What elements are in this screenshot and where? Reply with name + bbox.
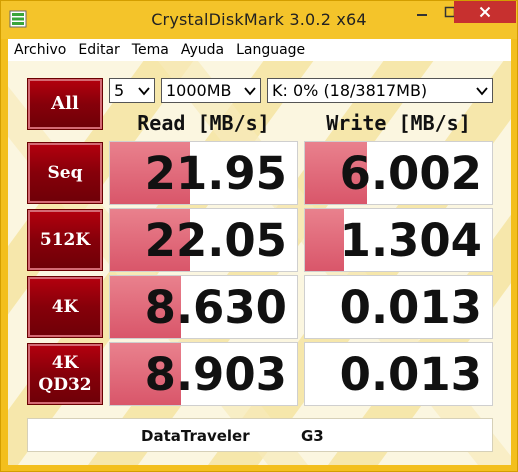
512k-write-bar (305, 209, 345, 271)
seq-write-value: 6.002 (339, 147, 482, 200)
chevron-down-icon (138, 87, 150, 96)
seq-read-cell: 21.95 (109, 141, 298, 205)
512k-button[interactable]: 512K (27, 209, 103, 271)
read-header: Read [MB/s] (137, 111, 270, 135)
menu-language[interactable]: Language (230, 42, 311, 58)
chevron-down-icon (476, 87, 488, 96)
chevron-down-icon (244, 87, 256, 96)
4k-qd32-button[interactable]: 4K QD32 (27, 343, 103, 405)
4k-qd32-read-cell: 8.903 (109, 342, 298, 406)
drive-value: K: 0% (18/3817MB) (272, 81, 428, 100)
4k-qd32-write-value: 0.013 (339, 348, 482, 401)
menu-ayuda[interactable]: Ayuda (175, 42, 230, 58)
test-count-value: 5 (114, 81, 125, 100)
close-button[interactable] (454, 1, 516, 23)
app-window: CrystalDiskMark 3.0.2 x64 Archivo Editar… (0, 0, 518, 472)
device-name: DataTraveler (141, 427, 250, 445)
4k-qd32-read-value: 8.903 (144, 348, 287, 401)
4k-write-value: 0.013 (339, 281, 482, 334)
test-size-select[interactable]: 1000MB (161, 78, 261, 103)
512k-read-value: 22.05 (144, 214, 287, 267)
menu-archivo[interactable]: Archivo (8, 42, 72, 58)
4k-qd32-write-cell: 0.013 (304, 342, 493, 406)
512k-write-cell: 1.304 (304, 208, 493, 272)
main-panel: All 5 1000MB K: 0% (18/3817MB) Read [MB/… (8, 61, 511, 465)
512k-read-cell: 22.05 (109, 208, 298, 272)
all-button[interactable]: All (27, 78, 103, 130)
seq-write-cell: 6.002 (304, 141, 493, 205)
title-bar[interactable]: CrystalDiskMark 3.0.2 x64 (1, 1, 517, 39)
4k-read-value: 8.630 (144, 281, 287, 334)
device-model: G3 (301, 427, 324, 445)
seq-button[interactable]: Seq (27, 142, 103, 204)
4k-read-cell: 8.630 (109, 275, 298, 339)
menu-tema[interactable]: Tema (126, 42, 175, 58)
close-icon (479, 6, 491, 18)
4k-button[interactable]: 4K (27, 276, 103, 338)
4k-write-cell: 0.013 (304, 275, 493, 339)
minimize-button[interactable] (408, 1, 436, 23)
test-count-select[interactable]: 5 (109, 78, 155, 103)
menu-editar[interactable]: Editar (72, 42, 125, 58)
test-size-value: 1000MB (166, 81, 232, 100)
minimize-icon (417, 14, 427, 16)
512k-write-value: 1.304 (339, 214, 482, 267)
drive-select[interactable]: K: 0% (18/3817MB) (267, 78, 493, 103)
seq-read-value: 21.95 (144, 147, 287, 200)
write-header: Write [MB/s] (326, 111, 471, 135)
menu-bar: Archivo Editar Tema Ayuda Language (8, 39, 511, 61)
device-status-bar: DataTraveler G3 (27, 418, 493, 452)
